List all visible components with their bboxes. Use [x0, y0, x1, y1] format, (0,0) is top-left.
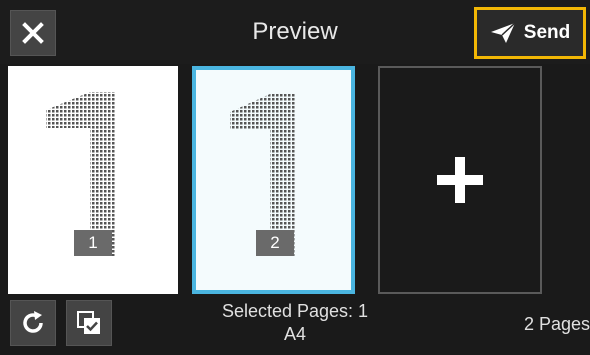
send-label: Send [523, 22, 571, 43]
paper-plane-icon [490, 22, 516, 43]
page-preview-image [46, 92, 116, 256]
send-button[interactable]: Send [474, 7, 586, 59]
select-pages-button[interactable] [66, 300, 112, 346]
rotate-button[interactable] [10, 300, 56, 346]
paper-size-label: A4 [283, 324, 307, 344]
rotate-icon [23, 311, 43, 333]
close-icon [22, 22, 44, 44]
page-number-badge: 1 [74, 230, 112, 256]
page-thumbnail-1[interactable]: 1 [8, 66, 178, 294]
selected-pages-info: Selected Pages: 1 A4 [190, 300, 400, 346]
page-thumbnail-2[interactable]: 2 [192, 66, 355, 294]
select-pages-icon [77, 311, 100, 334]
page-preview-image [230, 94, 296, 256]
add-page-button[interactable] [378, 66, 542, 294]
page-number-badge: 2 [256, 230, 294, 256]
close-button[interactable] [10, 10, 56, 56]
plus-icon [437, 157, 483, 203]
page-count: 2 Pages [523, 314, 590, 334]
selected-pages-label: Selected Pages: 1 [221, 301, 369, 321]
